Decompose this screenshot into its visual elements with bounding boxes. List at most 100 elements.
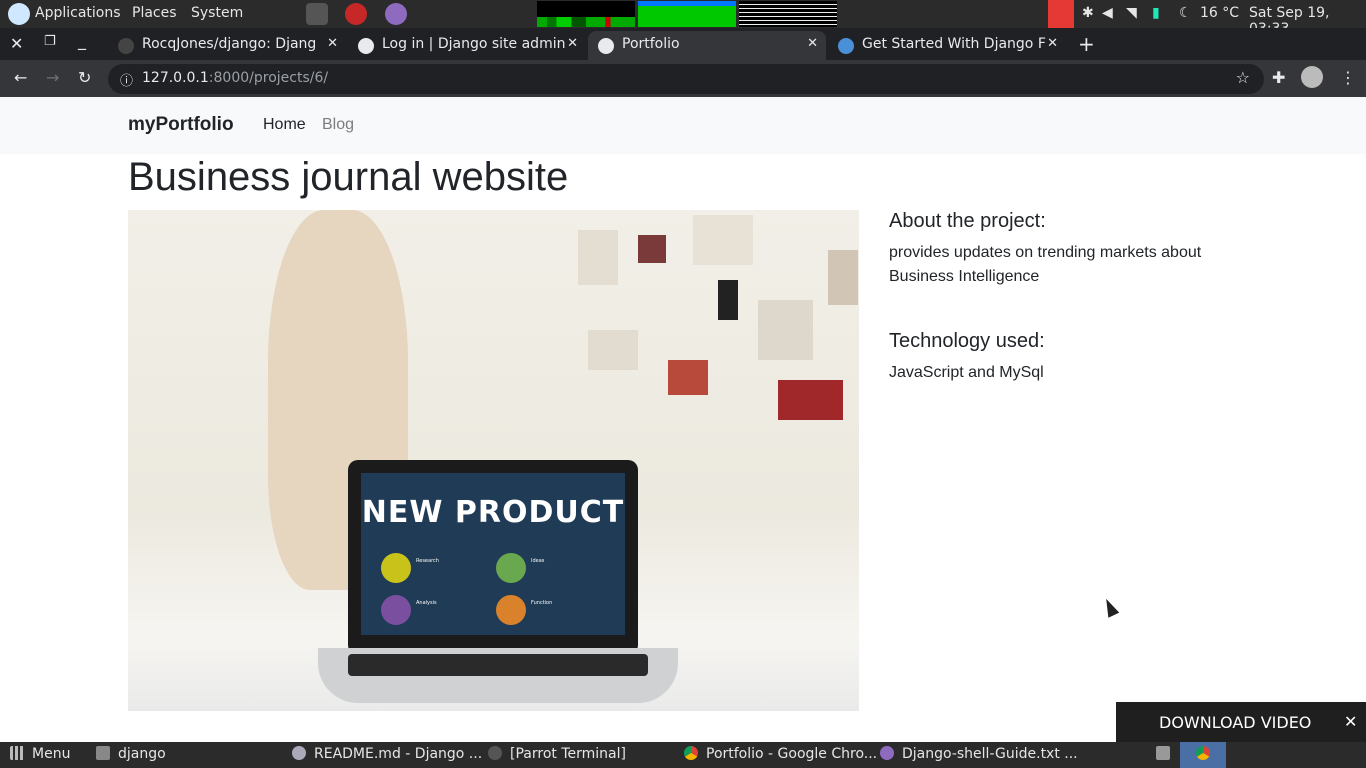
window-minimize-icon[interactable]: _ [78, 31, 86, 50]
system-monitor [537, 1, 839, 27]
laptop: NEW PRODUCT Research Ideas Analysis Func… [348, 460, 638, 655]
about-section: About the project: provides updates on t… [889, 210, 1229, 385]
network-graph [739, 1, 837, 27]
globe-icon [598, 38, 614, 54]
ideas-icon [496, 553, 526, 583]
laptop-keyboard [348, 654, 648, 676]
forward-icon[interactable]: → [46, 68, 59, 87]
battery-icon[interactable]: ▮ [1152, 5, 1160, 21]
about-description: provides updates on trending markets abo… [889, 244, 1202, 285]
tab-close-icon[interactable]: ✕ [1047, 36, 1058, 51]
profile-avatar[interactable] [1301, 66, 1323, 88]
nav-home[interactable]: Home [263, 116, 306, 134]
url-field[interactable]: ⓘ 127.0.0.1:8000/projects/6/ ☆ [108, 64, 1264, 94]
chrome-icon [1196, 746, 1210, 760]
cpu-graph [537, 1, 635, 27]
root-terminal-launcher-icon[interactable] [345, 3, 367, 25]
taskbar-item-readme[interactable]: README.md - Django ... [292, 746, 482, 762]
bluetooth-icon[interactable]: ✱ [1082, 5, 1094, 21]
laptop-base [318, 648, 678, 703]
project-image: NEW PRODUCT Research Ideas Analysis Func… [128, 210, 859, 711]
page-title: Business journal website [128, 155, 569, 199]
bookmark-star-icon[interactable]: ☆ [1236, 68, 1250, 87]
screen-item-ideas: Ideas [531, 558, 545, 564]
taskbar: Menu django README.md - Django ... [Parr… [0, 742, 1366, 768]
taskbar-item-shell-guide[interactable]: Django-shell-Guide.txt ... [880, 746, 1078, 762]
menu-system[interactable]: System [191, 5, 243, 21]
editor-icon [292, 746, 306, 760]
screen-item-analysis: Analysis [416, 600, 437, 606]
nav-blog[interactable]: Blog [322, 116, 354, 134]
taskbar-item-label: Portfolio - Google Chro... [706, 746, 878, 762]
taskbar-item-label: Django-shell-Guide.txt ... [902, 746, 1078, 762]
text-file-icon [880, 746, 894, 760]
taskbar-item-terminal[interactable]: [Parrot Terminal] [488, 746, 626, 762]
text-editor-launcher-icon[interactable] [385, 3, 407, 25]
weather-temperature: 16 °C [1200, 5, 1240, 21]
taskbar-item-chrome[interactable]: Portfolio - Google Chro... [684, 746, 877, 762]
browser-tab-bar: ✕ ❐ _ RocqJones/django: Djang ✕ Log in |… [0, 28, 1366, 60]
window-restore-icon[interactable]: ❐ [44, 34, 56, 49]
globe-icon [358, 38, 374, 54]
tab-label: Portfolio [622, 36, 680, 52]
window-close-icon[interactable]: ✕ [10, 34, 23, 53]
tab-github[interactable]: RocqJones/django: Djang ✕ [108, 31, 346, 60]
terminal-launcher-icon[interactable] [306, 3, 328, 25]
tab-label: Log in | Django site admin [382, 36, 566, 52]
vpn-icon[interactable] [1048, 0, 1074, 28]
workspace-switcher-icon[interactable] [1156, 746, 1178, 762]
close-icon[interactable]: ✕ [1344, 712, 1357, 731]
extensions-icon[interactable]: ✚ [1272, 68, 1285, 87]
volume-icon[interactable]: ◀ [1102, 5, 1113, 21]
tab-label: Get Started With Django F [862, 36, 1046, 52]
more-menu-icon[interactable]: ⋮ [1340, 68, 1356, 87]
github-icon [118, 38, 134, 54]
tab-close-icon[interactable]: ✕ [567, 36, 578, 51]
taskbar-item-django[interactable]: django [96, 746, 166, 762]
tab-close-icon[interactable]: ✕ [807, 36, 818, 51]
function-icon [496, 595, 526, 625]
system-top-bar: Applications Places System ✱ ◀ ◥ ▮ ☾ 16 … [0, 0, 1366, 37]
parrot-logo-icon[interactable] [8, 3, 30, 25]
taskbar-item-label: [Parrot Terminal] [510, 746, 626, 762]
address-bar: ← → ↻ ⓘ 127.0.0.1:8000/projects/6/ ☆ ✚ ⋮ [0, 60, 1366, 97]
site-navbar: myPortfolio Home Blog [0, 97, 1366, 154]
folder-icon [96, 746, 110, 760]
taskbar-menu-button[interactable]: Menu [10, 746, 70, 762]
python-icon [838, 38, 854, 54]
workspace-icon [1156, 746, 1170, 760]
menu-places[interactable]: Places [132, 5, 177, 21]
tab-get-started-django[interactable]: Get Started With Django F ✕ [828, 31, 1066, 60]
taskbar-menu-label: Menu [32, 746, 71, 762]
taskbar-item-label: README.md - Django ... [314, 746, 483, 762]
tab-django-admin[interactable]: Log in | Django site admin ✕ [348, 31, 586, 60]
wall-notes [548, 210, 859, 440]
mouse-cursor [1100, 596, 1120, 618]
reload-icon[interactable]: ↻ [78, 68, 91, 87]
tab-label: RocqJones/django: Djang [142, 36, 317, 52]
analysis-icon [381, 595, 411, 625]
info-icon[interactable]: ⓘ [120, 70, 133, 89]
menu-applications[interactable]: Applications [35, 5, 121, 21]
download-video-label[interactable]: DOWNLOAD VIDEO [1159, 713, 1311, 732]
weather-icon: ☾ [1179, 5, 1192, 21]
research-icon [381, 553, 411, 583]
grid-icon [10, 746, 24, 760]
memory-graph [638, 1, 736, 27]
technology-value: JavaScript and MySql [889, 364, 1044, 381]
about-heading: About the project: [889, 210, 1046, 232]
active-window-chrome[interactable] [1180, 742, 1226, 768]
download-video-bar[interactable]: DOWNLOAD VIDEO ✕ [1116, 702, 1366, 742]
back-icon[interactable]: ← [14, 68, 27, 87]
chrome-icon [684, 746, 698, 760]
screen-headline: NEW PRODUCT [361, 495, 625, 530]
tab-portfolio[interactable]: Portfolio ✕ [588, 31, 826, 60]
url-host: 127.0.0.1 [142, 70, 209, 86]
new-tab-icon[interactable]: + [1078, 32, 1095, 56]
tab-close-icon[interactable]: ✕ [327, 36, 338, 51]
taskbar-item-label: django [118, 746, 166, 762]
technology-heading: Technology used: [889, 330, 1045, 352]
wifi-icon[interactable]: ◥ [1126, 5, 1137, 21]
laptop-screen: NEW PRODUCT Research Ideas Analysis Func… [361, 473, 625, 635]
site-brand[interactable]: myPortfolio [128, 114, 234, 136]
